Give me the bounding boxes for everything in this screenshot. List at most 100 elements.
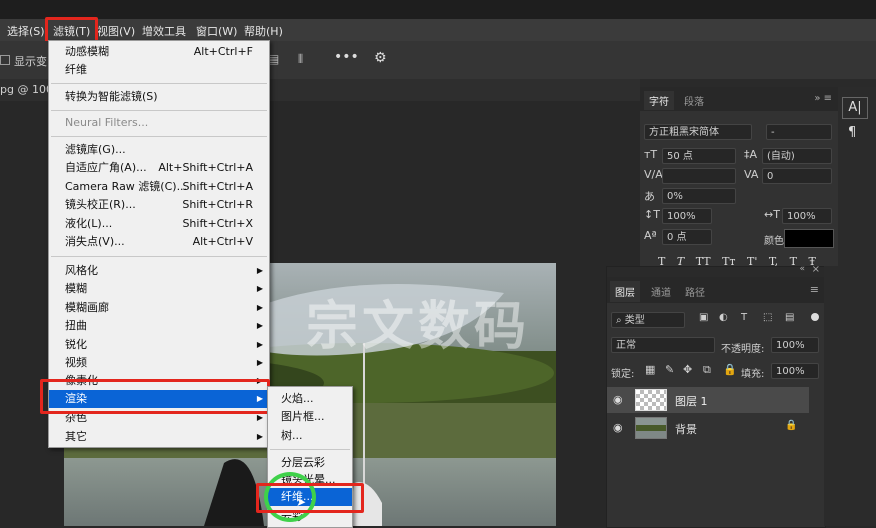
eye-icon[interactable]: ◉ — [613, 393, 623, 406]
layer-thumbnail — [635, 389, 667, 411]
side-dock: A| ¶ — [838, 87, 876, 526]
layers-panel-header: « × — [607, 264, 825, 277]
kerning-icon: V/A — [644, 168, 663, 181]
menu-item-picture-frame[interactable]: 图片框... — [268, 408, 352, 426]
character-panel-icon[interactable]: A| — [842, 97, 868, 119]
panel-menu-icon[interactable]: ≡ — [810, 283, 819, 296]
lock-transparent-icon[interactable]: ▦ — [645, 363, 655, 376]
filter-smart-object-icon[interactable]: ▤ — [785, 312, 794, 323]
lock-icon: 🔒 — [785, 420, 798, 431]
menu-item-filter-gallery[interactable]: 滤镜库(G)... — [49, 141, 269, 159]
menu-plugins[interactable]: 增效工具 — [142, 23, 186, 39]
tab-character[interactable]: 字符 — [644, 91, 674, 110]
menu-item-camera-raw[interactable]: Camera Raw 滤镜(C)... Shift+Ctrl+A — [49, 178, 269, 196]
menu-item-motion-blur[interactable]: 动感模糊 Alt+Ctrl+F — [49, 43, 269, 61]
menu-view[interactable]: 视图(V) — [97, 23, 135, 39]
menu-item-difference-clouds[interactable]: 分层云彩 — [268, 454, 352, 472]
filter-pixel-icon[interactable]: ▣ — [699, 312, 708, 323]
layer-thumbnail — [635, 417, 667, 439]
opacity-field[interactable]: 100% — [771, 337, 819, 353]
kerning-field[interactable] — [662, 168, 736, 184]
layer-row[interactable]: ◉ 背景 🔒 — [607, 415, 809, 441]
menu-item-blur[interactable]: 模糊 ▶ — [49, 280, 269, 298]
show-transform-label: 显示变 — [14, 55, 47, 68]
layers-panel: « × 图层 通道 路径 ≡ ⌕ 类型 ▣ ◐ T ⬚ ▤ 正常 不透明度: 1… — [606, 264, 826, 528]
watermark-text: 宗文数码 — [306, 296, 531, 357]
mouse-cursor-icon: ➤ — [296, 495, 307, 509]
menu-help[interactable]: 帮助(H) — [244, 23, 283, 39]
menu-item-distort[interactable]: 扭曲 ▶ — [49, 317, 269, 335]
layers-scrollbar[interactable] — [824, 266, 838, 526]
menu-bar: 选择(S) 滤镜(T) 视图(V) 增效工具 窗口(W) 帮助(H) — [0, 19, 876, 41]
separator — [51, 256, 267, 257]
baseline-shift-icon: Aª — [644, 229, 657, 242]
filter-type-icon[interactable]: T — [741, 312, 747, 323]
text-color-swatch[interactable] — [784, 229, 834, 248]
menu-item-video[interactable]: 视频 ▶ — [49, 354, 269, 372]
menu-item-blur-gallery[interactable]: 模糊画廊 ▶ — [49, 299, 269, 317]
distribute-icon[interactable]: ⫴ — [298, 52, 303, 67]
layer-row[interactable]: ◉ 图层 1 — [607, 387, 809, 413]
tsume-field[interactable]: 0% — [662, 188, 736, 204]
lock-artboard-icon[interactable]: ⧉ — [703, 363, 711, 377]
paragraph-panel-icon[interactable]: ¶ — [848, 125, 856, 140]
fill-label: 填充: — [741, 369, 765, 380]
menu-item-vanishing-point[interactable]: 消失点(V)... Alt+Ctrl+V — [49, 233, 269, 251]
filter-toggle-icon[interactable] — [811, 313, 819, 321]
font-family-select[interactable]: 方正粗黑宋简体 — [644, 124, 752, 140]
separator — [51, 110, 267, 111]
menu-item-sharpen[interactable]: 锐化 ▶ — [49, 336, 269, 354]
panel-menu-icon[interactable]: » ≡ — [814, 93, 832, 104]
menu-item-liquify[interactable]: 液化(L)... Shift+Ctrl+X — [49, 215, 269, 233]
menu-select[interactable]: 选择(S) — [7, 23, 45, 39]
more-horizontal-icon[interactable]: ••• — [334, 49, 359, 65]
lock-all-icon[interactable]: 🔒 — [723, 363, 737, 376]
layer-name[interactable]: 背景 — [675, 421, 697, 437]
eye-icon[interactable]: ◉ — [613, 421, 623, 434]
menu-window[interactable]: 窗口(W) — [196, 23, 237, 39]
layer-filter-select[interactable]: ⌕ 类型 — [611, 312, 685, 328]
tracking-field[interactable]: 0 — [762, 168, 832, 184]
fill-field[interactable]: 100% — [771, 363, 819, 379]
horizontal-scale-field[interactable]: 100% — [782, 208, 832, 224]
panel-dock-top — [640, 79, 876, 87]
leading-field[interactable]: (自动) — [762, 148, 832, 164]
lock-label: 锁定: — [611, 369, 635, 380]
layer-name[interactable]: 图层 1 — [675, 393, 708, 409]
close-icon[interactable]: × — [812, 264, 820, 275]
tab-channels[interactable]: 通道 — [651, 284, 671, 299]
font-size-icon: ᴛT — [644, 148, 658, 161]
fibers-annotation — [256, 483, 364, 513]
title-strip — [0, 0, 876, 19]
blend-mode-select[interactable]: 正常 — [611, 337, 715, 353]
separator — [270, 449, 350, 450]
menu-item-stylize[interactable]: 风格化 ▶ — [49, 262, 269, 280]
menu-item-flame[interactable]: 火焰... — [268, 390, 352, 408]
tab-layers[interactable]: 图层 — [610, 281, 640, 302]
gear-icon[interactable]: ⚙ — [374, 50, 387, 66]
menu-item-smart-filter[interactable]: 转换为智能滤镜(S) — [49, 88, 269, 106]
menu-item-adaptive-wide-angle[interactable]: 自适应广角(A)... Alt+Shift+Ctrl+A — [49, 159, 269, 177]
lock-image-icon[interactable]: ✎ — [665, 363, 674, 376]
collapse-icon[interactable]: « — [799, 264, 805, 274]
font-style-select[interactable]: - — [766, 124, 832, 140]
tab-paragraph[interactable]: 段落 — [684, 93, 704, 108]
filter-adjustment-icon[interactable]: ◐ — [719, 312, 728, 323]
font-size-field[interactable]: 50 点 — [662, 148, 736, 164]
menu-item-neural-filters: Neural Filters... — [65, 116, 149, 129]
show-transform-checkbox[interactable] — [0, 55, 10, 65]
filter-shape-icon[interactable]: ⬚ — [763, 312, 772, 323]
menu-item-lens-correction[interactable]: 镜头校正(R)... Shift+Ctrl+R — [49, 196, 269, 214]
vertical-scale-icon: ↕T — [644, 208, 660, 221]
menu-item-fibers-recent[interactable]: 纤维 — [49, 61, 269, 79]
tracking-icon: VA — [744, 168, 759, 181]
vertical-scale-field[interactable]: 100% — [662, 208, 712, 224]
lock-position-icon[interactable]: ✥ — [683, 363, 692, 376]
menu-item-tree[interactable]: 树... — [268, 427, 352, 445]
menu-item-other[interactable]: 其它 ▶ — [49, 428, 269, 446]
separator — [51, 83, 267, 84]
character-panel: 字符 段落 » ≡ 方正粗黑宋简体 - ᴛT 50 点 ‡A (自动) V/A … — [640, 87, 838, 277]
tab-paths[interactable]: 路径 — [685, 284, 705, 299]
baseline-shift-field[interactable]: 0 点 — [662, 229, 712, 245]
render-annotation — [40, 379, 270, 414]
